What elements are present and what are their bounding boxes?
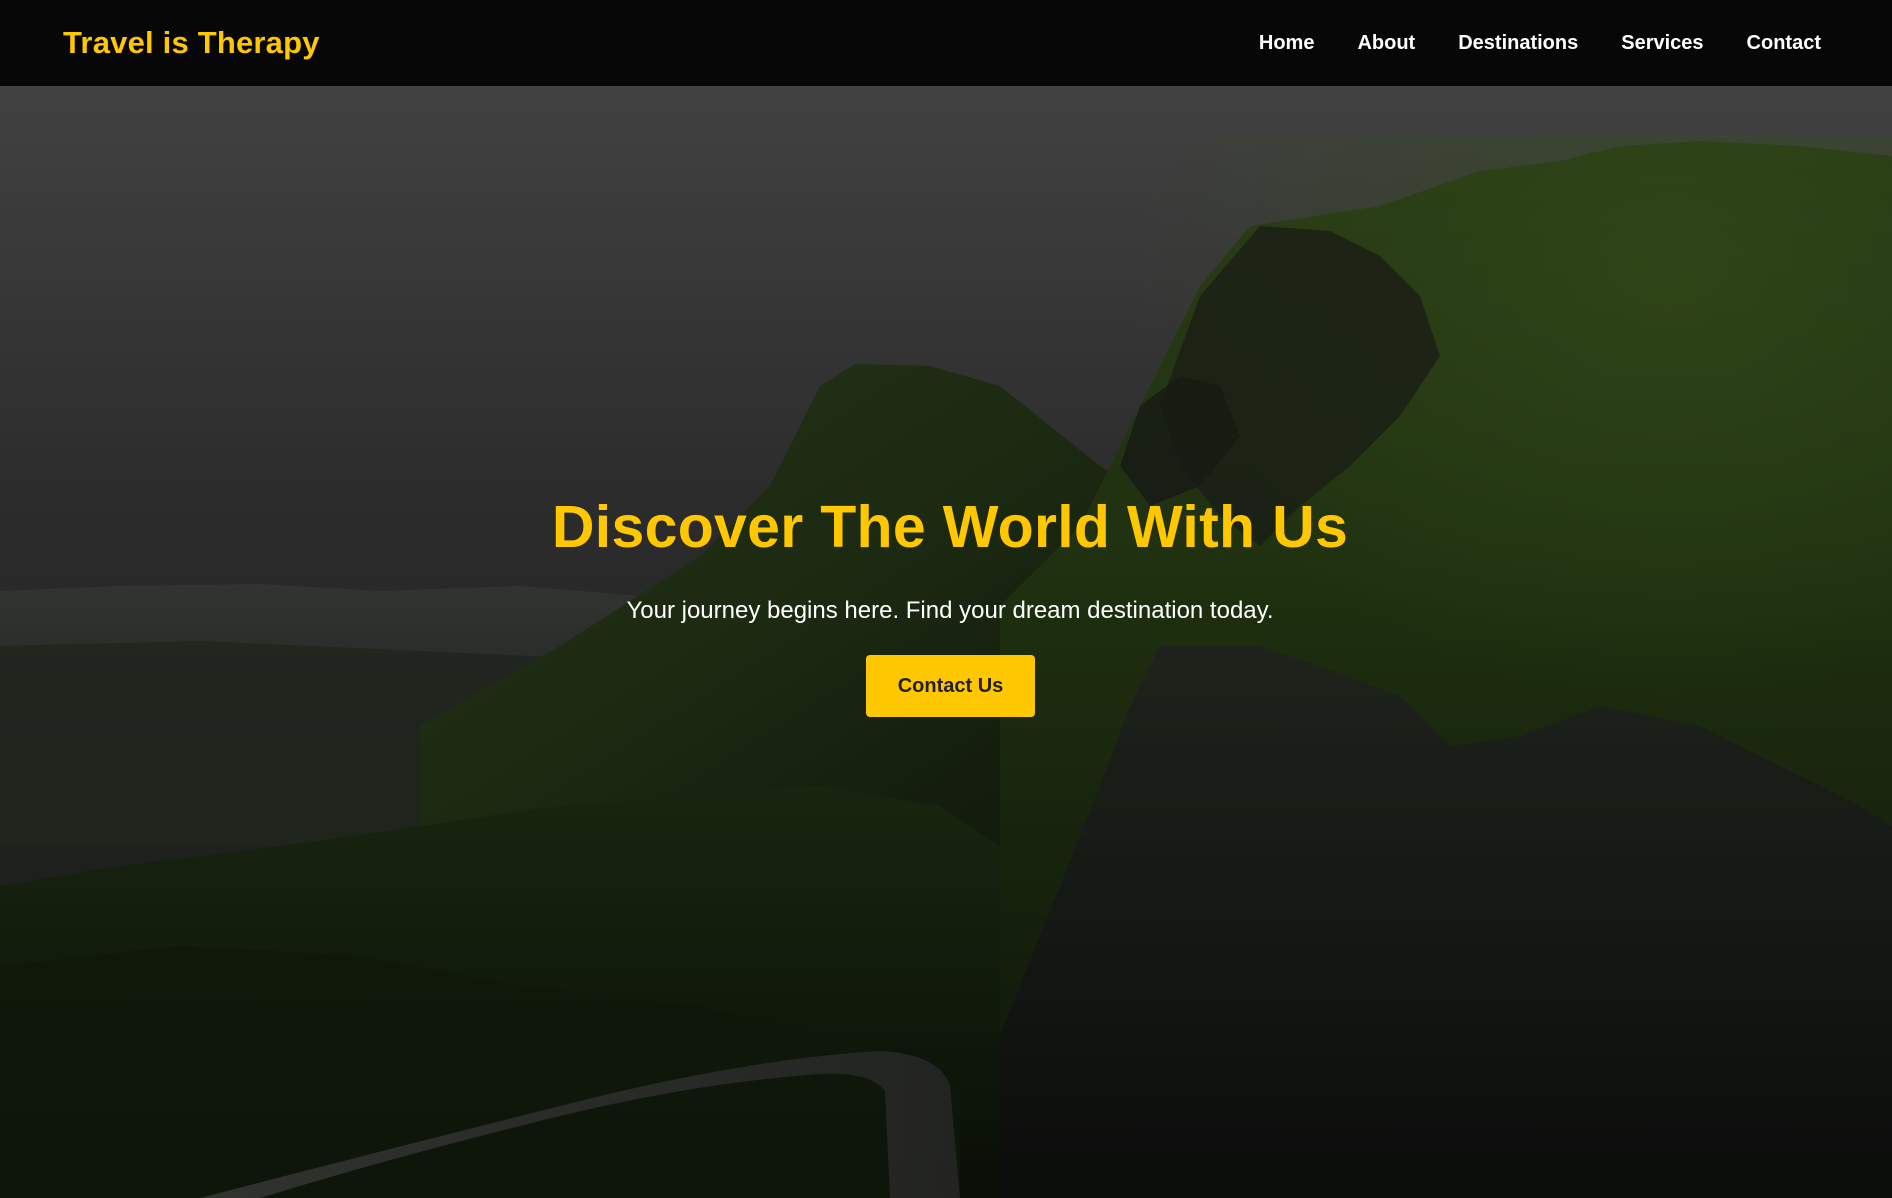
nav-link-destinations[interactable]: Destinations bbox=[1458, 32, 1578, 55]
nav-link-about[interactable]: About bbox=[1357, 32, 1415, 55]
top-navbar: Travel is Therapy Home About Destination… bbox=[0, 0, 1892, 86]
main-nav: Home About Destinations Services Contact bbox=[1259, 32, 1821, 55]
nav-link-services[interactable]: Services bbox=[1621, 32, 1703, 55]
hero-section: Discover The World With Us Your journey … bbox=[0, 86, 1892, 1198]
hero-subtitle: Your journey begins here. Find your drea… bbox=[626, 597, 1274, 624]
brand-logo-link[interactable]: Travel is Therapy bbox=[63, 25, 320, 61]
hero-title: Discover The World With Us bbox=[551, 494, 1349, 560]
nav-link-home[interactable]: Home bbox=[1259, 32, 1315, 55]
nav-link-contact[interactable]: Contact bbox=[1747, 32, 1821, 55]
hero-background-image bbox=[0, 86, 1892, 1198]
contact-us-button[interactable]: Contact Us bbox=[866, 655, 1035, 717]
